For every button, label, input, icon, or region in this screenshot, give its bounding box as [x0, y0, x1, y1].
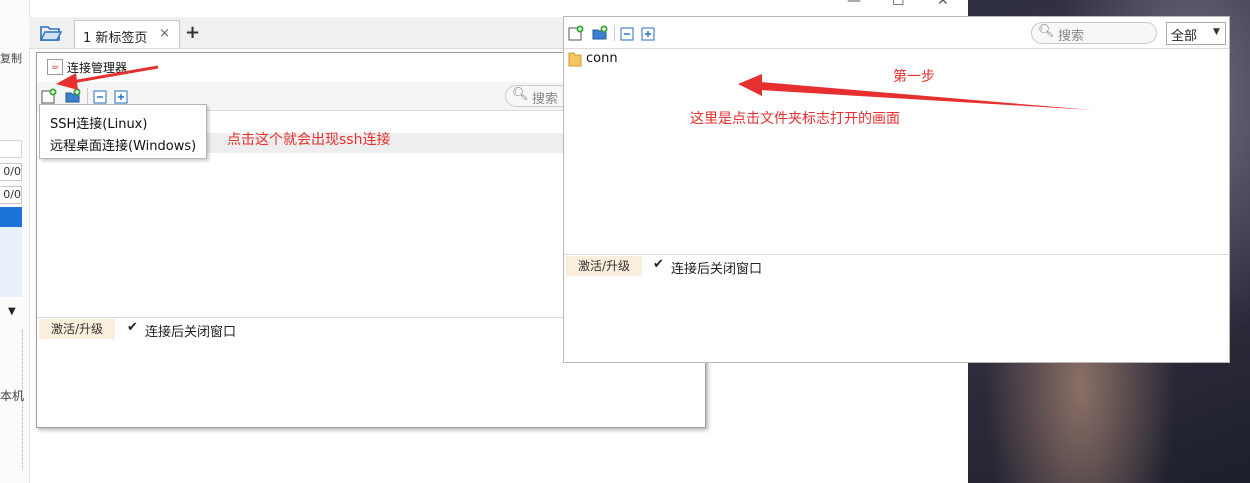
step1-annotation: 第一步 — [893, 69, 935, 85]
annotation-arrows — [56, 65, 1092, 110]
folder-hint-annotation: 这里是点击文件夹标志打开的画面 — [690, 111, 900, 127]
ssh-hint-annotation: 点击这个就会出现ssh连接 — [227, 132, 391, 148]
arrow-to-new-icon — [56, 65, 159, 90]
